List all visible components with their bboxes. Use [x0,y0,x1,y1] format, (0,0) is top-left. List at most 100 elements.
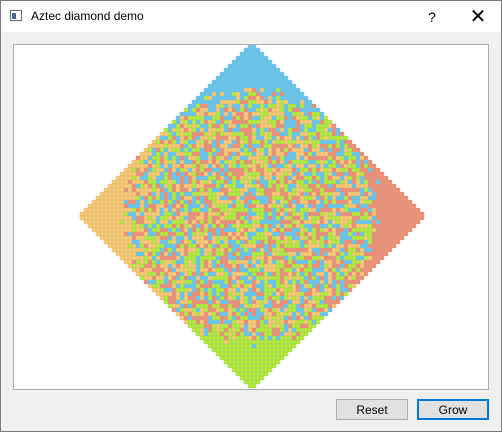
tile-cell [251,311,257,317]
tile-cell [171,139,177,145]
help-button[interactable]: ? [409,1,455,32]
tile-cell [219,139,225,145]
tile-cell [243,315,249,321]
tile-cell [239,203,245,209]
tile-cell [199,307,205,313]
tile-cell [243,307,249,313]
tile-cell [323,295,329,301]
tile-cell [167,247,173,253]
tile-cell [323,167,329,173]
tile-cell [215,311,221,317]
tile-cell [259,303,265,309]
tile-cell [155,275,161,281]
tile-cell [359,243,365,249]
tile-cell [151,223,157,229]
tile-cell [287,239,293,245]
grow-button[interactable]: Grow [417,399,489,420]
tile-cell [295,91,301,97]
tile-cell [199,311,205,317]
tile-cell [187,299,193,305]
tile-cell [211,203,217,209]
tile-cell [187,151,193,157]
tile-cell [251,303,257,309]
tile-cell [279,143,285,149]
tile-cell [87,215,93,221]
tile-cell [175,143,181,149]
tile-cell [199,151,205,157]
tile-cell [91,219,97,225]
tile-cell [151,179,157,185]
tile-cell [367,259,373,265]
tile-cell [287,207,293,213]
tile-cell [227,87,233,93]
tile-cell [243,223,249,229]
tile-cell [167,219,173,225]
tile-cell [255,63,261,69]
reset-button[interactable]: Reset [336,399,408,420]
tile-cell [255,79,261,85]
tile-cell [215,347,221,353]
tile-cell [175,279,181,285]
tile-cell [251,283,257,289]
tile-cell [179,243,185,249]
tile-cell [211,87,217,93]
tile-cell [303,219,309,225]
tile-cell [235,347,241,353]
tile-cell [255,259,261,265]
tile-cell [271,323,277,329]
tile-cell [355,243,361,249]
tile-cell [323,123,329,129]
title-bar[interactable]: Aztec diamond demo ? ✕ [1,1,501,32]
tile-cell [339,239,345,245]
tile-cell [283,299,289,305]
tile-cell [287,135,293,141]
tile-cell [179,223,185,229]
tile-cell [251,339,257,345]
tile-cell [263,311,269,317]
tile-cell [311,135,317,141]
tile-cell [319,199,325,205]
tile-cell [351,147,357,153]
tile-cell [131,227,137,233]
tile-cell [363,203,369,209]
tile-cell [267,95,273,101]
tile-cell [147,175,153,181]
tile-cell [343,271,349,277]
tile-cell [283,135,289,141]
tile-cell [303,171,309,177]
tile-cell [231,227,237,233]
tile-cell [231,187,237,193]
tile-cell [167,167,173,173]
tile-cell [227,179,233,185]
tile-cell [159,187,165,193]
close-button[interactable]: ✕ [455,1,501,32]
tile-cell [199,171,205,177]
tile-cell [295,119,301,125]
tile-cell [331,223,337,229]
tile-cell [307,135,313,141]
tile-cell [203,259,209,265]
tile-cell [203,319,209,325]
tile-cell [267,63,273,69]
tile-cell [115,219,121,225]
tile-cell [207,331,213,337]
tile-cell [331,159,337,165]
tile-cell [255,75,261,81]
tile-cell [331,275,337,281]
tile-cell [311,167,317,173]
tile-cell [243,363,249,369]
tile-cell [175,147,181,153]
tile-cell [319,267,325,273]
tile-cell [259,55,265,61]
tile-cell [215,139,221,145]
tile-cell [203,95,209,101]
tile-cell [299,143,305,149]
tile-cell [151,155,157,161]
tile-cell [127,179,133,185]
tile-cell [235,107,241,113]
tile-cell [319,227,325,233]
tile-cell [339,243,345,249]
tile-cell [267,59,273,65]
tile-cell [147,223,153,229]
tile-cell [211,183,217,189]
